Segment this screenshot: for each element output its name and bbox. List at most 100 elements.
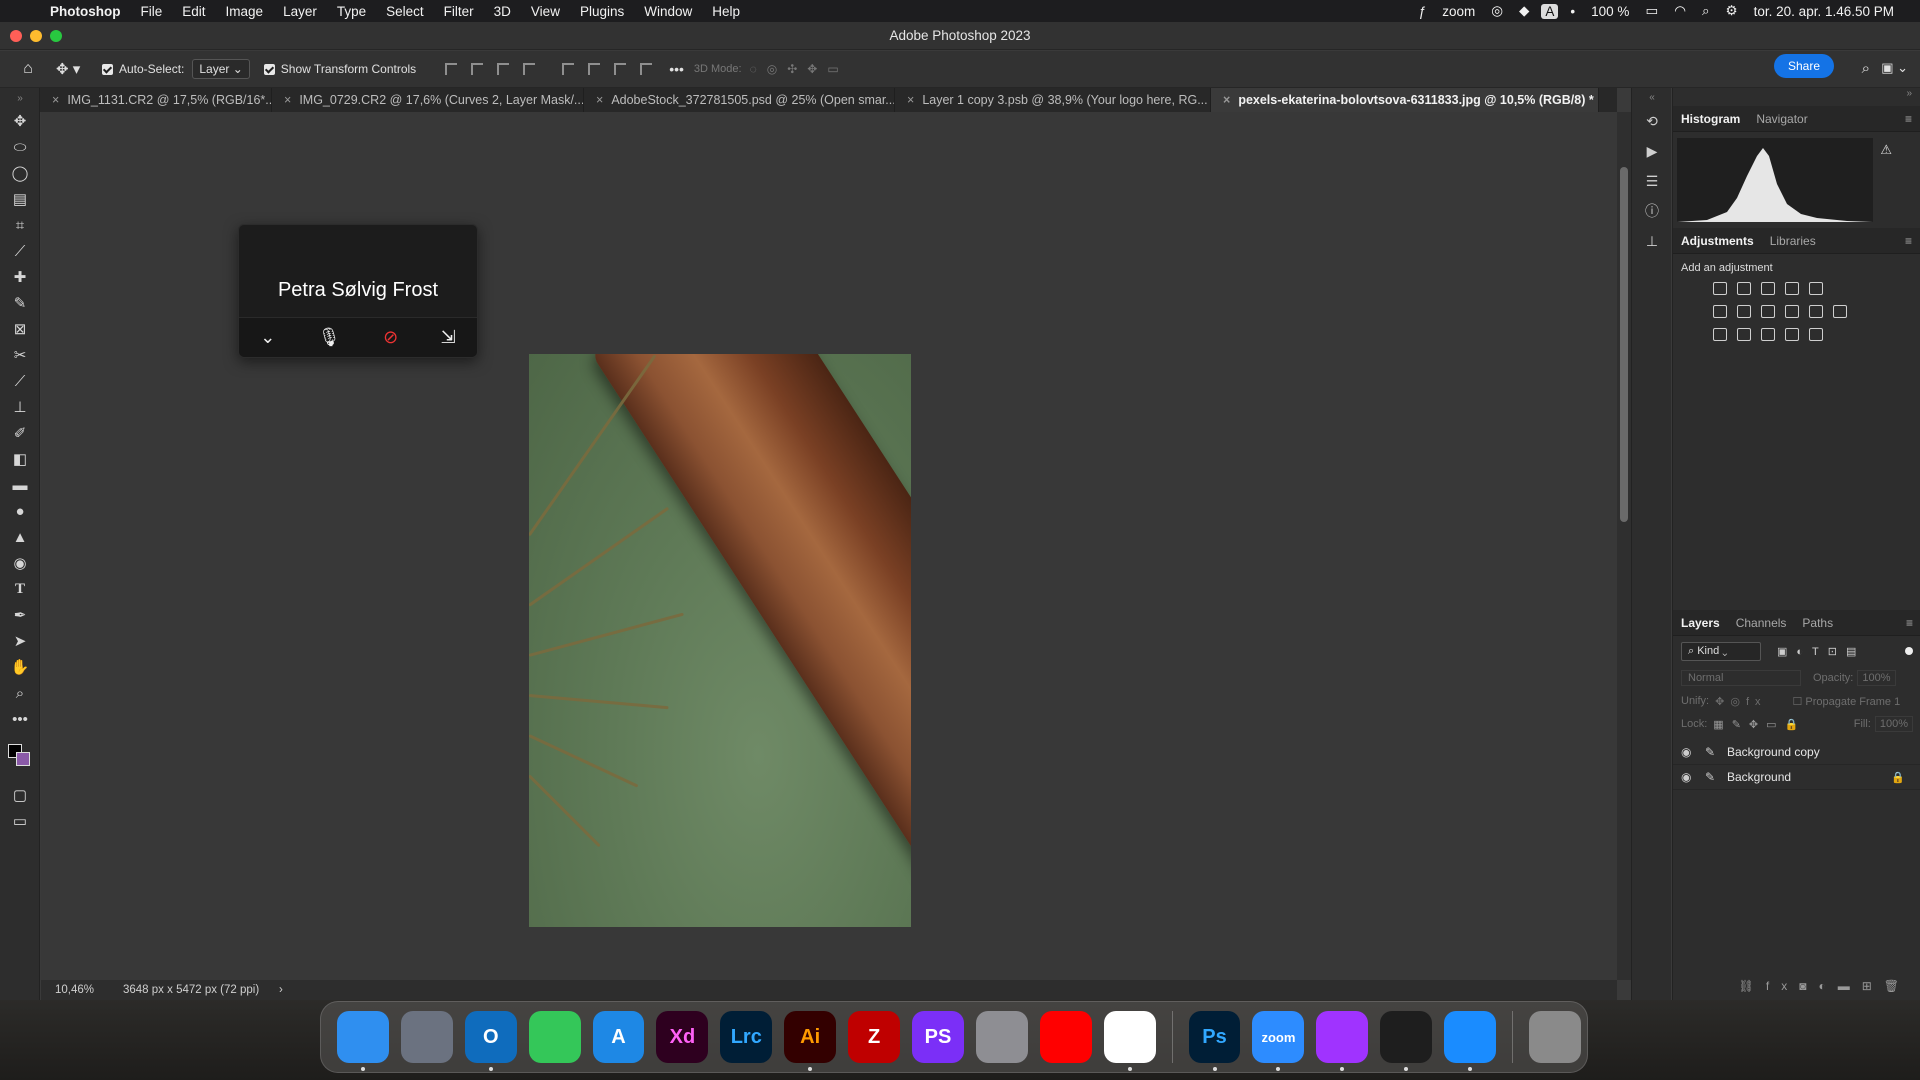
invert-icon[interactable] [1713, 328, 1727, 341]
link-layers-icon[interactable]: ⛓ [1739, 979, 1766, 993]
xd-icon[interactable]: Xd [656, 1011, 709, 1063]
distribute-vertical-icon[interactable] [523, 63, 536, 75]
lock-icon[interactable]: 🔒 [1891, 771, 1905, 784]
align-center-icon[interactable] [471, 63, 484, 75]
gradient-map-icon[interactable] [1809, 328, 1823, 341]
menu-image[interactable]: Image [216, 4, 274, 19]
exit-fullscreen-icon[interactable]: ⇲ [441, 327, 456, 348]
info-icon[interactable]: ⓘ [1632, 196, 1672, 226]
adobe-status-icon[interactable]: ◆ [1511, 3, 1537, 19]
mixer-brush-icon[interactable]: ⟋ [0, 368, 40, 394]
lrc-icon[interactable]: Lrc [720, 1011, 773, 1063]
history-icon[interactable]: ⟲ [1632, 106, 1672, 136]
battery-percent[interactable]: 100 % [1583, 4, 1637, 19]
lock-icons[interactable]: ▦✎✥▭🔒 [1713, 718, 1806, 731]
brightness-icon[interactable] [1713, 282, 1727, 295]
zoom-status-label[interactable]: zoom [1434, 4, 1483, 19]
zoom-tool-icon[interactable]: ⌕ [0, 680, 40, 706]
appstore-icon[interactable]: A [592, 1011, 645, 1063]
visibility-eye-icon[interactable]: ◉ [1681, 770, 1697, 784]
lasso-tool-icon[interactable]: ◯ [0, 160, 40, 186]
exposure-icon[interactable] [1785, 282, 1799, 295]
properties-sliders-icon[interactable]: ☰ [1632, 166, 1672, 196]
opacity-value[interactable]: 100% [1857, 670, 1896, 686]
curves-icon[interactable] [1761, 282, 1775, 295]
chrome-icon[interactable] [1103, 1011, 1156, 1071]
menu-view[interactable]: View [521, 4, 570, 19]
menu-help[interactable]: Help [702, 4, 750, 19]
auto-select-checkbox[interactable] [102, 63, 113, 75]
messenger-icon[interactable] [1316, 1011, 1369, 1071]
marquee-tool-icon[interactable]: ⬭ [0, 134, 40, 160]
object-select-tool-icon[interactable]: ▤ [0, 186, 40, 212]
history-brush-icon[interactable]: ✐ [0, 420, 40, 446]
search-icon[interactable]: ⌕ [1694, 3, 1718, 19]
eyedropper-tool-icon[interactable]: ⟋ [0, 238, 40, 264]
unify-icons[interactable]: ✥◎fx [1715, 695, 1766, 708]
panel-menu-icon[interactable]: ≡ [1905, 112, 1912, 126]
scissors-icon[interactable]: ✂ [0, 342, 40, 368]
tab-adjustments[interactable]: Adjustments [1673, 234, 1762, 248]
brush-tool-icon[interactable]: ✎ [0, 290, 40, 316]
black-white-icon[interactable] [1761, 305, 1775, 318]
tab-channels[interactable]: Channels [1728, 616, 1795, 630]
figma-icon[interactable] [1380, 1011, 1433, 1071]
align-right-icon[interactable] [497, 63, 510, 75]
share-button[interactable]: Share [1773, 54, 1834, 78]
show-transform-checkbox[interactable] [263, 63, 275, 75]
pen-tool-icon[interactable]: ✒ [0, 602, 40, 628]
frame-tool-icon[interactable]: ⊠ [0, 316, 40, 342]
visibility-eye-icon[interactable]: ◉ [1681, 745, 1697, 759]
search-icon[interactable]: ⌕ [1862, 60, 1870, 77]
screen-mode-icon[interactable]: ▭ [0, 808, 40, 834]
zoom-icon[interactable]: zoom [1252, 1011, 1305, 1071]
ai-icon[interactable]: Ai [784, 1011, 837, 1071]
color-balance-icon[interactable] [1737, 305, 1751, 318]
more-tools-icon[interactable]: ••• [0, 706, 40, 732]
dodge-tool-icon[interactable]: ◉ [0, 550, 40, 576]
close-tab-icon[interactable]: × [284, 93, 291, 107]
channel-mixer-icon[interactable] [1809, 305, 1823, 318]
menu-3d[interactable]: 3D [484, 4, 521, 19]
align-middle-icon[interactable] [588, 63, 601, 75]
clock[interactable]: tor. 20. apr. 1.46.50 PM [1746, 4, 1902, 19]
layer-row[interactable]: ◉ ✎ Background 🔒 [1673, 765, 1920, 790]
eraser-tool-icon[interactable]: ◧ [0, 446, 40, 472]
add-mask-icon[interactable]: ◙ [1799, 979, 1818, 993]
menu-edit[interactable]: Edit [172, 4, 215, 19]
move-tool-preset-icon[interactable]: ✥ ▾ [56, 60, 102, 78]
tab-layers[interactable]: Layers [1673, 616, 1728, 630]
tab-document-active[interactable]: × pexels-ekaterina-bolovtsova-6311833.jpg… [1211, 88, 1599, 112]
levels-icon[interactable] [1737, 282, 1751, 295]
trash-icon[interactable] [1529, 1011, 1581, 1063]
minimize-window-button[interactable] [30, 30, 42, 42]
tab-document[interactable]: × Layer 1 copy 3.psb @ 38,9% (Your logo h… [895, 88, 1211, 112]
align-top-icon[interactable] [562, 63, 575, 75]
layer-name[interactable]: Background [1727, 770, 1791, 784]
home-icon[interactable]: ⌂ [0, 60, 56, 78]
menu-filter[interactable]: Filter [434, 4, 484, 19]
vertical-scrollbar[interactable] [1617, 112, 1631, 980]
blur-tool-icon[interactable]: ● [0, 498, 40, 524]
tab-document[interactable]: × IMG_0729.CR2 @ 17,6% (Curves 2, Layer M… [272, 88, 584, 112]
new-group-icon[interactable]: ▬ [1838, 979, 1862, 993]
close-tab-icon[interactable]: × [907, 93, 914, 107]
phpstorm-icon[interactable]: PS [912, 1011, 964, 1063]
menu-plugins[interactable]: Plugins [570, 4, 634, 19]
align-left-icon[interactable] [445, 63, 458, 75]
stamp-tool-icon[interactable]: ⊥ [0, 394, 40, 420]
crop-tool-icon[interactable]: ⌗ [0, 212, 40, 238]
new-adjustment-icon[interactable]: ◐ [1818, 979, 1837, 993]
new-layer-icon[interactable]: ⊞ [1862, 979, 1884, 993]
blend-mode-dropdown[interactable]: Normal [1681, 670, 1801, 686]
tab-paths[interactable]: Paths [1794, 616, 1841, 630]
more-options-icon[interactable]: ••• [669, 61, 684, 77]
collapse-icon[interactable]: « [1632, 88, 1672, 106]
maximize-window-button[interactable] [50, 30, 62, 42]
panel-menu-icon[interactable]: ≡ [1905, 234, 1912, 248]
sharpen-tool-icon[interactable]: ▲ [0, 524, 40, 550]
selective-color-icon[interactable] [1785, 328, 1799, 341]
status-menu-arrow[interactable]: › [279, 984, 283, 996]
document-image[interactable] [529, 354, 911, 927]
menu-file[interactable]: File [131, 4, 173, 19]
